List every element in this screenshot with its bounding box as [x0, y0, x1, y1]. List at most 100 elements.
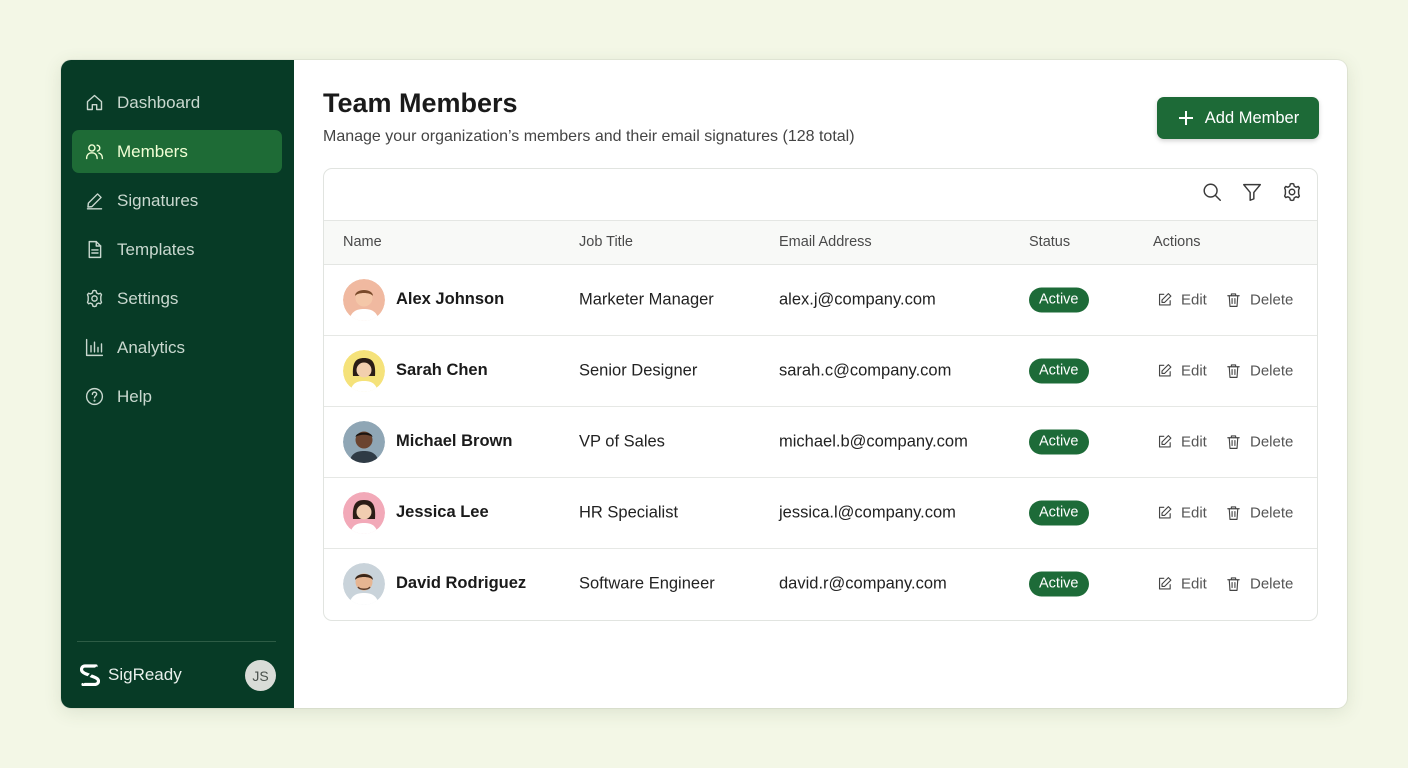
sidebar-item-label: Templates — [117, 239, 195, 259]
edit-icon — [1158, 292, 1172, 306]
sidebar-item-help[interactable]: Help — [72, 375, 282, 418]
delete-button[interactable]: Delete — [1225, 433, 1293, 450]
edit-button[interactable]: Edit — [1156, 575, 1207, 592]
brand[interactable]: SigReady — [80, 662, 182, 688]
table-row[interactable]: Jessica Lee HR Specialist jessica.l@comp… — [324, 477, 1317, 549]
delete-button[interactable]: Delete — [1225, 504, 1293, 521]
table-row[interactable]: Sarah Chen Senior Designer sarah.c@compa… — [324, 335, 1317, 407]
document-icon — [83, 239, 105, 261]
edit-label: Edit — [1181, 291, 1207, 308]
column-header-email[interactable]: Email Address — [779, 234, 872, 250]
sidebar-item-settings[interactable]: Settings — [72, 277, 282, 320]
bar-chart-icon — [83, 337, 105, 359]
edit-icon — [1158, 363, 1172, 377]
users-icon — [83, 141, 105, 163]
search-icon[interactable] — [1201, 181, 1223, 203]
members-table: Name Job Title Email Address Status Acti… — [323, 168, 1318, 621]
job-title: Senior Designer — [579, 361, 698, 379]
page-subtitle: Manage your organization’s members and t… — [323, 128, 855, 145]
trash-icon — [1227, 434, 1240, 449]
job-title: VP of Sales — [579, 432, 665, 450]
trash-icon — [1227, 576, 1240, 591]
trash-icon — [1227, 292, 1240, 307]
member-name[interactable]: Jessica Lee — [396, 503, 489, 522]
member-name-cell: David Rodriguez — [343, 562, 526, 605]
gear-icon[interactable] — [1281, 181, 1303, 203]
plus-icon — [1178, 111, 1193, 125]
sidebar-item-templates[interactable]: Templates — [72, 228, 282, 271]
app-window: Dashboard Members Signatures Templates S… — [61, 60, 1347, 708]
email-address: sarah.c@company.com — [779, 361, 952, 379]
edit-button[interactable]: Edit — [1156, 362, 1207, 379]
member-name-cell: Michael Brown — [343, 420, 512, 463]
status-badge: Active — [1029, 500, 1089, 525]
column-header-status[interactable]: Status — [1029, 234, 1070, 250]
avatar — [343, 562, 385, 605]
trash-icon — [1227, 363, 1240, 378]
delete-label: Delete — [1250, 504, 1294, 521]
avatar — [343, 278, 385, 321]
member-name-cell: Alex Johnson — [343, 278, 504, 321]
table-row[interactable]: Alex Johnson Marketer Manager alex.j@com… — [324, 264, 1317, 336]
user-avatar[interactable]: JS — [245, 660, 276, 691]
table-row[interactable]: Michael Brown VP of Sales michael.b@comp… — [324, 406, 1317, 478]
edit-label: Edit — [1181, 504, 1207, 521]
sidebar-item-label: Signatures — [117, 190, 199, 210]
brand-name: SigReady — [108, 665, 182, 684]
sidebar: Dashboard Members Signatures Templates S… — [61, 60, 294, 708]
gear-icon — [83, 288, 105, 310]
add-member-label: Add Member — [1204, 108, 1300, 127]
home-icon — [83, 92, 105, 114]
sidebar-item-label: Help — [117, 386, 152, 406]
member-name[interactable]: Sarah Chen — [396, 361, 488, 380]
status-badge: Active — [1029, 287, 1089, 312]
edit-icon — [1158, 505, 1172, 519]
job-title: Software Engineer — [579, 574, 715, 592]
sidebar-item-dashboard[interactable]: Dashboard — [72, 81, 282, 124]
edit-label: Edit — [1181, 362, 1207, 379]
column-header-actions: Actions — [1153, 234, 1201, 250]
sidebar-item-analytics[interactable]: Analytics — [72, 326, 282, 369]
edit-icon — [1158, 434, 1172, 448]
email-address: jessica.l@company.com — [779, 503, 956, 521]
email-address: alex.j@company.com — [779, 290, 936, 308]
delete-label: Delete — [1250, 575, 1294, 592]
edit-label: Edit — [1181, 433, 1207, 450]
email-address: michael.b@company.com — [779, 432, 968, 450]
edit-button[interactable]: Edit — [1156, 433, 1207, 450]
delete-button[interactable]: Delete — [1225, 291, 1293, 308]
delete-button[interactable]: Delete — [1225, 575, 1293, 592]
help-circle-icon — [83, 386, 105, 408]
member-name[interactable]: Alex Johnson — [396, 290, 504, 309]
edit-icon — [1158, 576, 1172, 590]
delete-button[interactable]: Delete — [1225, 362, 1293, 379]
sidebar-item-label: Analytics — [117, 337, 186, 357]
sidebar-item-signatures[interactable]: Signatures — [72, 179, 282, 222]
member-name-cell: Sarah Chen — [343, 349, 488, 392]
edit-button[interactable]: Edit — [1156, 504, 1207, 521]
job-title: HR Specialist — [579, 503, 679, 521]
sidebar-divider — [77, 641, 276, 642]
status-badge: Active — [1029, 429, 1089, 454]
table-toolbar — [1201, 181, 1303, 203]
status-badge: Active — [1029, 571, 1089, 596]
edit-button[interactable]: Edit — [1156, 291, 1207, 308]
member-name[interactable]: Michael Brown — [396, 432, 512, 451]
edit-label: Edit — [1181, 575, 1207, 592]
avatar — [343, 491, 385, 534]
add-member-button[interactable]: Add Member — [1157, 97, 1319, 139]
trash-icon — [1227, 505, 1240, 520]
sidebar-item-members[interactable]: Members — [72, 130, 282, 173]
main-content: Team Members Manage your organization’s … — [294, 60, 1347, 708]
email-address: david.r@company.com — [779, 574, 947, 592]
job-title: Marketer Manager — [579, 290, 714, 308]
member-name[interactable]: David Rodriguez — [396, 574, 526, 593]
page-title: Team Members — [323, 88, 518, 118]
delete-label: Delete — [1250, 291, 1294, 308]
table-row[interactable]: David Rodriguez Software Engineer david.… — [324, 548, 1317, 619]
pen-icon — [83, 190, 105, 212]
column-header-name[interactable]: Name — [343, 234, 382, 250]
column-header-job-title[interactable]: Job Title — [579, 234, 633, 250]
table-header: Name Job Title Email Address Status Acti… — [324, 220, 1317, 265]
filter-icon[interactable] — [1241, 181, 1263, 203]
